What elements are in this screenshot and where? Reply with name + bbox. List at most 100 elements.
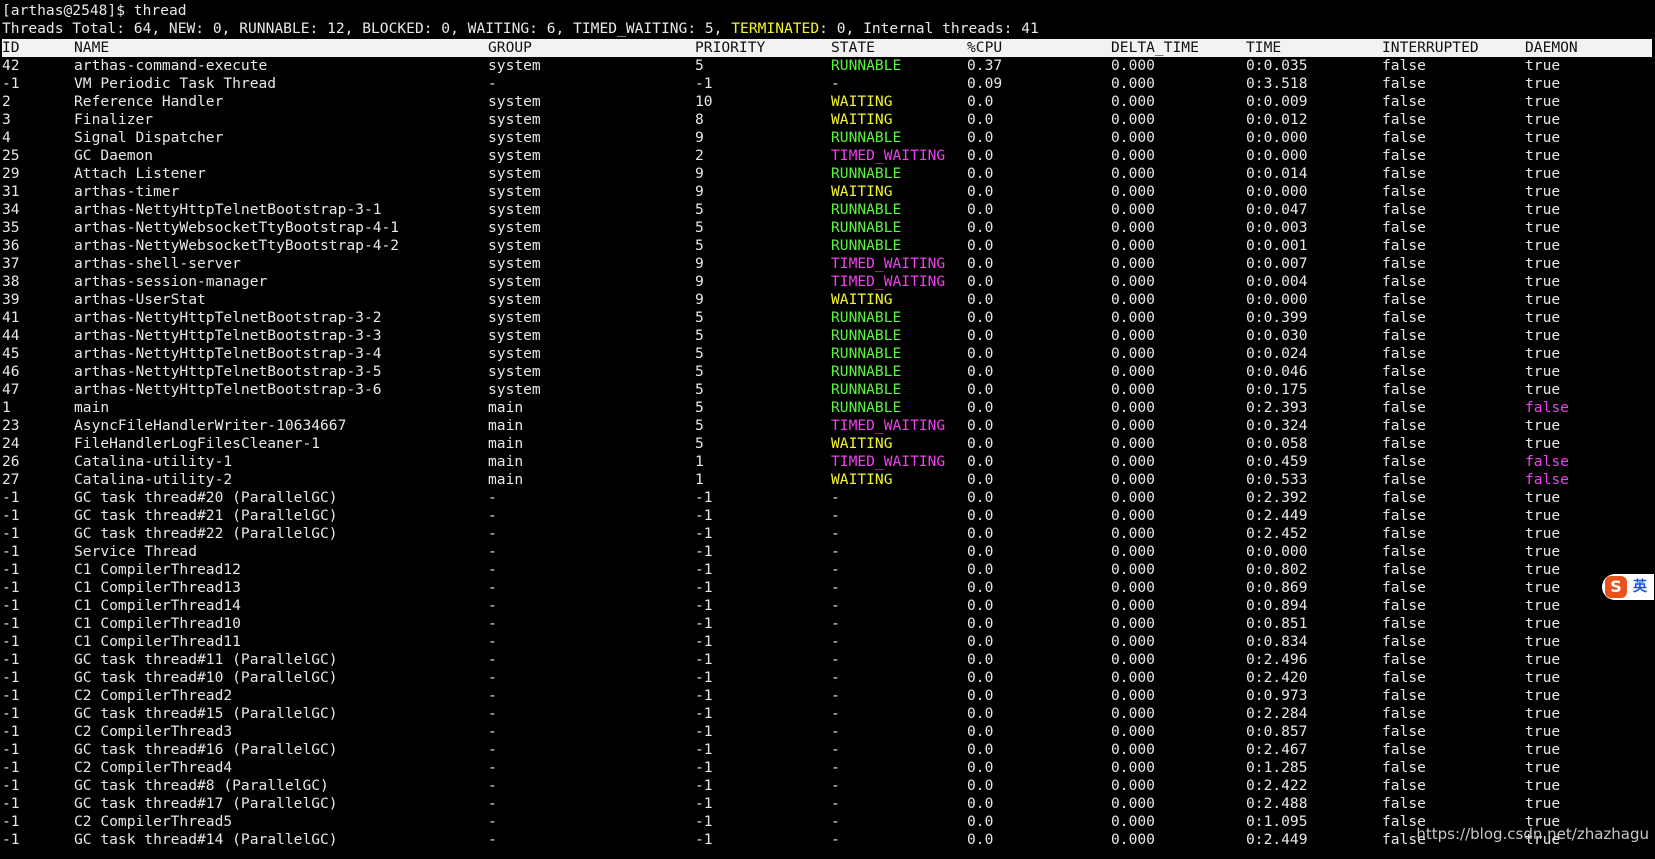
thread-state: - [831, 543, 840, 560]
thread-group: main [488, 453, 524, 470]
thread-group: - [488, 615, 497, 632]
thread-cpu: 0.0 [967, 93, 994, 110]
thread-name: C2 CompilerThread2 [74, 687, 233, 704]
table-row: -1 GC task thread#22 (ParallelGC) - -1-0.0 0… [2, 525, 1652, 543]
thread-time: 0:2.488 [1246, 795, 1308, 812]
column-header-group: GROUP [488, 39, 532, 56]
table-row: -1 GC task thread#20 (ParallelGC) - -1-0.0 0… [2, 489, 1652, 507]
thread-state: RUNNABLE [831, 165, 902, 182]
thread-id: 46 [2, 363, 20, 380]
thread-cpu: 0.0 [967, 345, 994, 362]
thread-name: GC task thread#21 (ParallelGC) [74, 507, 338, 524]
thread-id: -1 [2, 741, 20, 758]
thread-daemon: true [1525, 75, 1561, 92]
thread-group: main [488, 471, 524, 488]
thread-group: system [488, 129, 541, 146]
thread-daemon: true [1525, 741, 1561, 758]
thread-delta-time: 0.000 [1111, 759, 1155, 776]
thread-priority: 5 [695, 57, 704, 74]
thread-cpu: 0.0 [967, 435, 994, 452]
table-row: 35 arthas-NettyWebsocketTtyBootstrap-4-1 s… [2, 219, 1652, 237]
thread-cpu: 0.0 [967, 561, 994, 578]
thread-id: 25 [2, 147, 20, 164]
thread-interrupted: false [1382, 687, 1426, 704]
thread-priority: 5 [695, 237, 704, 254]
thread-time: 0:0.399 [1246, 309, 1308, 326]
thread-id: 23 [2, 417, 20, 434]
thread-name: Signal Dispatcher [74, 129, 224, 146]
thread-cpu: 0.0 [967, 273, 994, 290]
thread-group: - [488, 597, 497, 614]
thread-state: - [831, 615, 840, 632]
thread-name: C1 CompilerThread12 [74, 561, 241, 578]
thread-delta-time: 0.000 [1111, 705, 1155, 722]
thread-name: VM Periodic Task Thread [74, 75, 277, 92]
thread-cpu: 0.0 [967, 399, 994, 416]
terminal[interactable]: [arthas@2548]$ thread Threads Total: 64,… [2, 2, 1652, 849]
thread-name: C1 CompilerThread10 [74, 615, 241, 632]
column-header-name: NAME [74, 39, 110, 56]
thread-state: TIMED_WAITING [831, 417, 946, 434]
thread-group: - [488, 525, 497, 542]
thread-state: WAITING [831, 291, 893, 308]
thread-interrupted: false [1382, 543, 1426, 560]
thread-name: GC task thread#14 (ParallelGC) [74, 831, 338, 848]
thread-name: arthas-NettyWebsocketTtyBootstrap-4-2 [74, 237, 400, 254]
thread-cpu: 0.0 [967, 111, 994, 128]
thread-priority: 5 [695, 399, 704, 416]
thread-interrupted: false [1382, 795, 1426, 812]
thread-id: 34 [2, 201, 20, 218]
thread-interrupted: false [1382, 759, 1426, 776]
thread-group: system [488, 381, 541, 398]
table-row: -1 C1 CompilerThread14 - -1 - 0.0 0.000 0:0.894… [2, 597, 1652, 615]
thread-group: - [488, 633, 497, 650]
thread-state: WAITING [831, 471, 893, 488]
thread-priority: 5 [695, 363, 704, 380]
table-row: 42 arthas-command-execute system 5 RUNNABLE 0… [2, 57, 1652, 75]
thread-name: arthas-UserStat [74, 291, 206, 308]
prompt-user-host: [arthas@2548]$ [2, 2, 126, 19]
thread-state: - [831, 777, 840, 794]
ime-indicator[interactable]: S 英 [1602, 574, 1654, 600]
thread-group: system [488, 219, 541, 236]
thread-state: RUNNABLE [831, 327, 902, 344]
thread-delta-time: 0.000 [1111, 363, 1155, 380]
column-header-id: ID [2, 39, 20, 56]
table-row: 23 AsyncFileHandlerWriter-10634667 main 5 TI… [2, 417, 1652, 435]
thread-group: system [488, 93, 541, 110]
thread-daemon: true [1525, 327, 1561, 344]
thread-group: system [488, 327, 541, 344]
thread-priority: -1 [695, 741, 713, 758]
thread-interrupted: false [1382, 597, 1426, 614]
thread-interrupted: false [1382, 453, 1426, 470]
thread-group: main [488, 417, 524, 434]
thread-id: -1 [2, 651, 20, 668]
thread-name: arthas-NettyHttpTelnetBootstrap-3-4 [74, 345, 382, 362]
thread-delta-time: 0.000 [1111, 75, 1155, 92]
thread-state: - [831, 813, 840, 830]
thread-daemon: true [1525, 345, 1561, 362]
thread-cpu: 0.0 [967, 471, 994, 488]
thread-state: RUNNABLE [831, 363, 902, 380]
thread-daemon: true [1525, 291, 1561, 308]
thread-name: GC task thread#10 (ParallelGC) [74, 669, 338, 686]
thread-table: ID NAME GROUP PRIORITY STATE %CPU DELTA_TIME TI… [2, 39, 1652, 849]
thread-delta-time: 0.000 [1111, 579, 1155, 596]
thread-group: - [488, 669, 497, 686]
thread-daemon: true [1525, 219, 1561, 236]
thread-id: 42 [2, 57, 20, 74]
thread-priority: -1 [695, 75, 713, 92]
thread-id: -1 [2, 543, 20, 560]
thread-delta-time: 0.000 [1111, 525, 1155, 542]
column-header-time: TIME [1246, 39, 1282, 56]
table-row: 26 Catalina-utility-1 main 1 TIMED_WAITING 0.… [2, 453, 1652, 471]
thread-priority: -1 [695, 543, 713, 560]
thread-name: arthas-command-execute [74, 57, 268, 74]
thread-group: system [488, 309, 541, 326]
thread-cpu: 0.0 [967, 201, 994, 218]
thread-priority: 5 [695, 381, 704, 398]
thread-time: 0:0.004 [1246, 273, 1308, 290]
thread-id: -1 [2, 525, 20, 542]
thread-state: - [831, 75, 840, 92]
column-header-state: STATE [831, 39, 875, 56]
